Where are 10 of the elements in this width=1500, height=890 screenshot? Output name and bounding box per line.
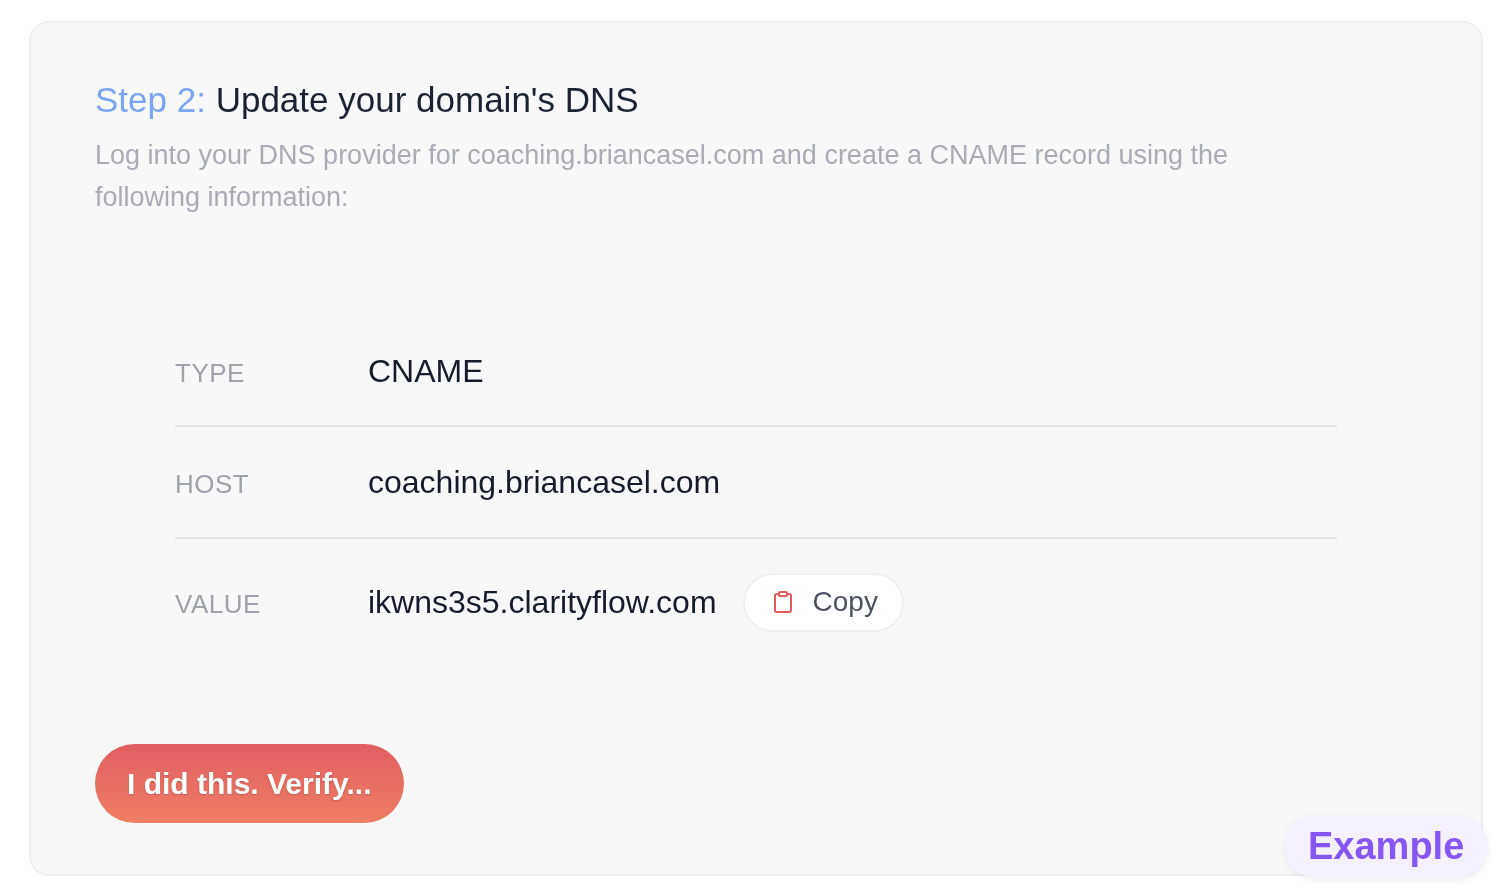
record-label: HOST — [175, 468, 251, 500]
record-value: coaching.briancasel.com — [368, 463, 721, 502]
record-label: VALUE — [175, 588, 262, 620]
example-badge: Example — [1284, 815, 1489, 878]
record-value: ikwns3s5.clarityflow.com — [368, 583, 717, 622]
step-description: Log into your DNS provider for coaching.briancasel.com and create a CNAME record using the following information: — [95, 139, 1230, 214]
record-label: TYPE — [175, 357, 246, 389]
record-value: CNAME — [368, 352, 484, 391]
copy-button[interactable]: Copy — [742, 572, 904, 632]
step-heading: Step 2: Update your domain's DNS — [95, 79, 639, 121]
